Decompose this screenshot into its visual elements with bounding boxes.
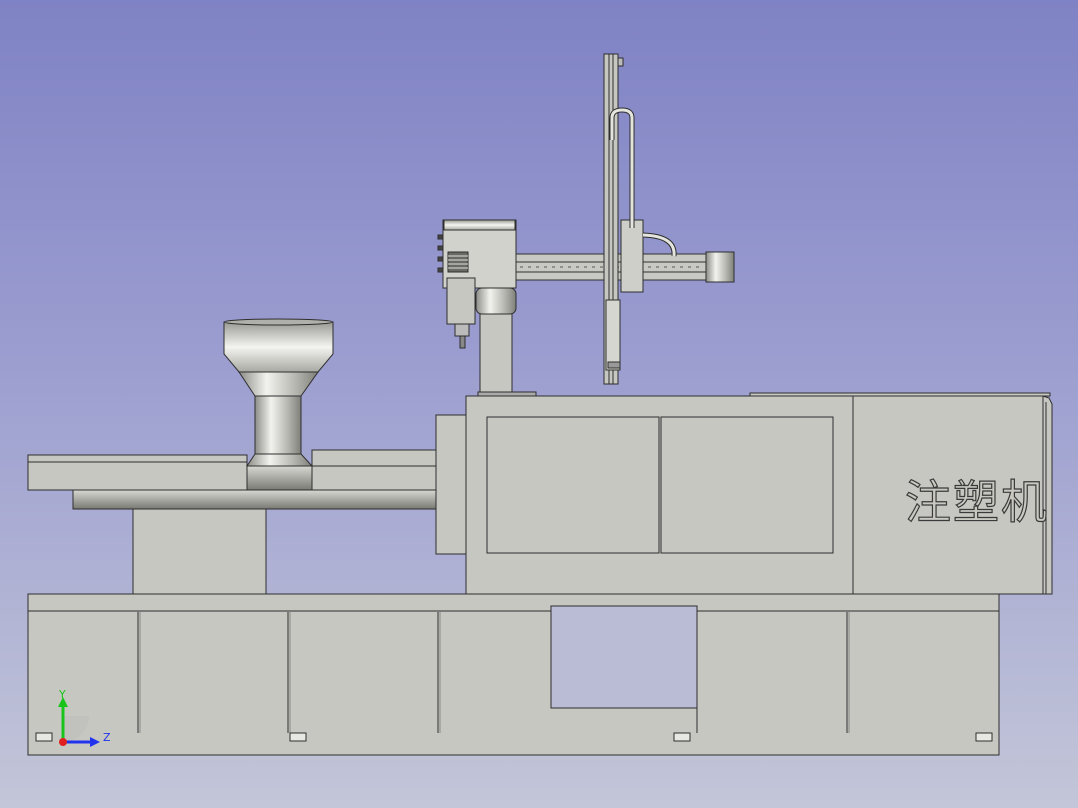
machine-label: 注塑机 [904, 474, 1049, 529]
axis-y-label: Y [59, 688, 66, 701]
injection-molding-machine-model[interactable] [0, 0, 1078, 808]
robot-arm [437, 53, 735, 397]
injection-unit [27, 449, 469, 595]
cad-viewport[interactable]: 注塑机 Y Z [0, 0, 1078, 808]
machine-base [27, 593, 1000, 756]
axis-z-label: Z [103, 731, 111, 744]
hopper [223, 318, 334, 467]
